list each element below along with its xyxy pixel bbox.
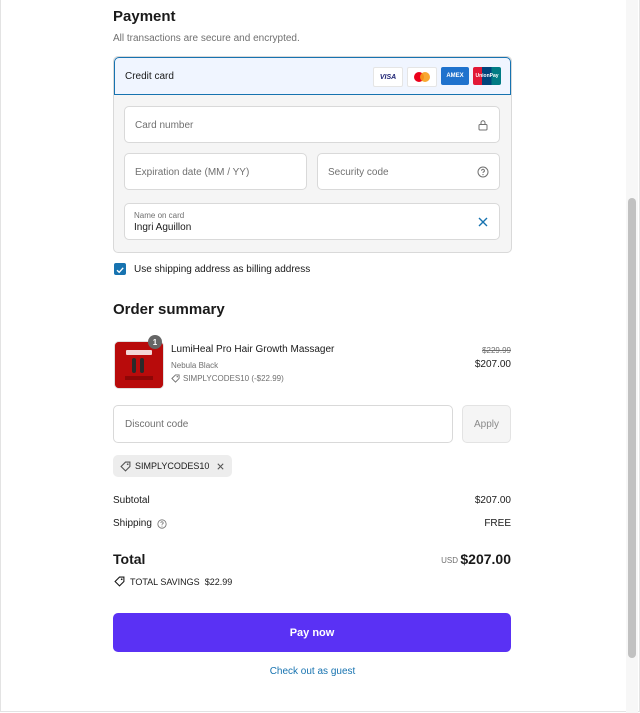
tag-icon — [114, 576, 125, 587]
shipping-value: FREE — [484, 518, 511, 529]
checkout-as-guest-link[interactable]: Check out as guest — [0, 666, 625, 677]
help-circle-icon[interactable] — [477, 166, 489, 178]
clear-icon[interactable] — [477, 216, 489, 228]
credit-card-label: Credit card — [125, 71, 174, 82]
name-on-card-field[interactable]: Name on card Ingri Aguillon — [124, 203, 500, 240]
security-code-placeholder: Security code — [328, 167, 389, 178]
tag-icon — [171, 374, 180, 383]
credit-card-option[interactable]: Credit card VISA AMEX UnionPay — [114, 57, 511, 95]
payment-method-box: Credit card VISA AMEX UnionPay Card numb… — [113, 56, 512, 253]
lock-icon — [478, 120, 488, 131]
card-number-placeholder: Card number — [135, 120, 194, 131]
security-code-field[interactable]: Security code — [317, 153, 500, 190]
mastercard-logo-icon — [407, 67, 437, 87]
apply-discount-button[interactable]: Apply — [462, 405, 511, 443]
applied-discount-chip: SIMPLYCODES10 — [113, 455, 233, 477]
checkmark-icon — [116, 267, 124, 274]
amex-logo-icon: AMEX — [441, 67, 469, 85]
current-price: $207.00 — [474, 359, 511, 370]
billing-address-checkbox[interactable] — [114, 263, 126, 275]
name-on-card-label: Name on card — [134, 211, 185, 220]
discount-code-field[interactable] — [113, 405, 453, 443]
tag-icon — [120, 461, 131, 472]
help-circle-icon[interactable] — [157, 518, 167, 529]
product-discount: SIMPLYCODES10 (-$22.99) — [171, 374, 284, 383]
subtotal-value: $207.00 — [474, 495, 511, 506]
discount-code-input[interactable] — [123, 418, 427, 431]
billing-address-label: Use shipping address as billing address — [134, 264, 311, 275]
payment-title: Payment — [113, 8, 176, 25]
scrollbar-thumb[interactable] — [628, 198, 636, 658]
order-summary-title: Order summary — [113, 301, 225, 318]
remove-discount-icon[interactable] — [216, 462, 225, 471]
total-label: Total — [113, 551, 146, 567]
total-savings: TOTAL SAVINGS $22.99 — [114, 576, 232, 587]
product-discount-text: SIMPLYCODES10 (-$22.99) — [183, 374, 284, 383]
original-price: $229.99 — [482, 346, 511, 355]
payment-subtitle: All transactions are secure and encrypte… — [113, 33, 300, 44]
expiration-placeholder: Expiration date (MM / YY) — [135, 167, 250, 178]
pay-now-button[interactable]: Pay now — [113, 613, 511, 652]
shipping-row: Shipping — [113, 518, 167, 529]
product-variant: Nebula Black — [171, 361, 219, 370]
card-logos: VISA AMEX UnionPay — [373, 67, 501, 87]
shipping-label: Shipping — [113, 518, 152, 529]
expiration-date-field[interactable]: Expiration date (MM / YY) — [124, 153, 307, 190]
product-name: LumiHeal Pro Hair Growth Massager — [171, 344, 335, 355]
visa-logo-icon: VISA — [373, 67, 403, 87]
savings-value: $22.99 — [204, 576, 233, 587]
applied-code-text: SIMPLYCODES10 — [135, 461, 210, 471]
savings-label: TOTAL SAVINGS — [130, 576, 200, 587]
quantity-badge: 1 — [148, 335, 162, 349]
total-value: $207.00 — [460, 551, 511, 567]
card-number-field[interactable]: Card number — [124, 106, 500, 143]
subtotal-label: Subtotal — [113, 495, 150, 506]
currency-label: USD — [441, 556, 458, 565]
name-on-card-value: Ingri Aguillon — [134, 222, 192, 233]
unionpay-logo-icon: UnionPay — [473, 67, 501, 85]
